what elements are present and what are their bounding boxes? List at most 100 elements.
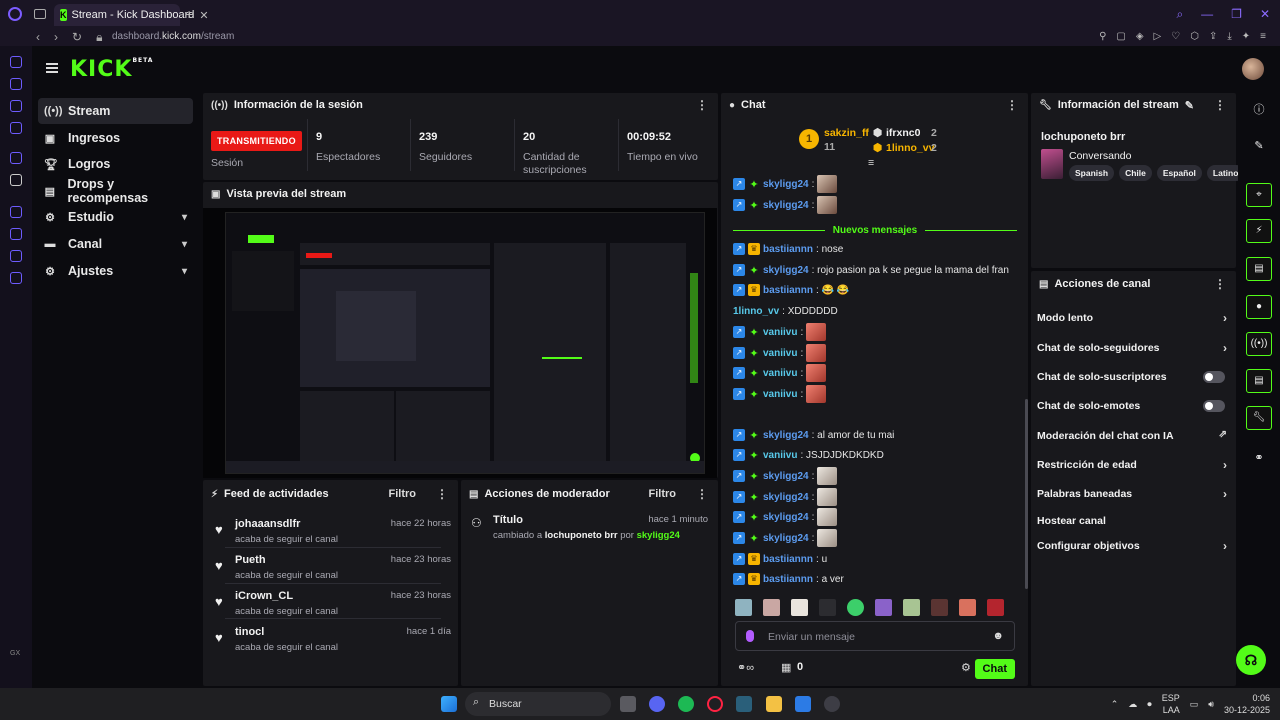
history-icon[interactable] <box>10 228 22 240</box>
share-icon[interactable]: ⇪ <box>1209 31 1217 42</box>
top-user-3[interactable]: 1linno_vv <box>886 142 934 154</box>
chat-username[interactable]: skyligg24 <box>763 179 809 190</box>
top-user-1[interactable]: sakzin_ff <box>824 127 869 139</box>
emote-icon[interactable] <box>791 599 808 616</box>
channel-action-item[interactable]: Palabras baneadas › <box>1037 485 1227 503</box>
chat-username[interactable]: skyligg24 <box>763 265 809 276</box>
channel-action-item[interactable]: Chat de solo-emotes <box>1037 397 1227 415</box>
stream-preview[interactable] <box>203 208 717 478</box>
file-explorer-icon[interactable] <box>766 696 782 712</box>
restore-icon[interactable]: ❐ <box>1231 7 1242 22</box>
channel-action-item[interactable]: Hostear canal <box>1037 512 1227 530</box>
taskbar-search[interactable]: ⌕ Buscar <box>465 692 611 716</box>
edit-icon[interactable]: ✎ <box>1246 134 1272 158</box>
opera-gx-icon[interactable] <box>8 7 22 21</box>
chat-username[interactable]: vaniivu <box>763 327 797 338</box>
url-field[interactable]: dashboard.kick.com/stream <box>112 31 234 42</box>
more-options-icon[interactable]: ⋮ <box>1214 98 1226 112</box>
emote-icon[interactable] <box>931 599 948 616</box>
chat-username[interactable]: skyligg24 <box>763 492 809 503</box>
nav-item-ajustes[interactable]: ⚙ Ajustes ▾ <box>38 258 193 284</box>
infinity-points-icon[interactable]: ⚭∞ <box>737 661 754 674</box>
nav-item-estudio[interactable]: ⚙ Estudio ▾ <box>38 204 193 230</box>
user-avatar[interactable] <box>1242 58 1264 80</box>
chat-username[interactable]: skyligg24 <box>763 533 809 544</box>
toggle-switch[interactable] <box>1203 400 1225 412</box>
activity-toggle-icon[interactable]: ⚡︎ <box>1246 219 1272 243</box>
minimize-icon[interactable]: — <box>1201 7 1213 22</box>
microphone-icon[interactable]: ⏺ <box>1147 699 1152 710</box>
hamburger-menu-icon[interactable] <box>46 63 58 73</box>
steam-icon[interactable] <box>824 696 840 712</box>
emote-icon[interactable] <box>987 599 1004 616</box>
emote-icon[interactable] <box>735 599 752 616</box>
send-chat-button[interactable]: Chat <box>974 659 1015 679</box>
settings-icon[interactable] <box>10 272 22 284</box>
chat-username[interactable]: vaniivu <box>763 450 797 461</box>
microphone-icon[interactable] <box>746 630 754 642</box>
channel-actions-toggle-icon[interactable]: ▤ <box>1246 369 1272 393</box>
top-user-2[interactable]: ifrxnc0 <box>886 127 920 139</box>
community-icon[interactable]: ⚭ <box>1246 446 1272 470</box>
heart-icon[interactable]: ♡ <box>1171 31 1180 42</box>
chat-username[interactable]: skyligg24 <box>763 430 809 441</box>
store-icon[interactable] <box>795 696 811 712</box>
session-toggle-icon[interactable]: ((•)) <box>1246 332 1272 356</box>
x-icon[interactable] <box>10 174 22 186</box>
emote-icon[interactable] <box>819 599 836 616</box>
channel-action-item[interactable]: Restricción de edad › <box>1037 456 1227 474</box>
language-indicator[interactable]: ESP LAA <box>1162 692 1180 716</box>
app-icon[interactable] <box>736 696 752 712</box>
browser-tab[interactable]: K Stream - Kick Dashboard ✕ <box>54 4 209 26</box>
discord-icon[interactable] <box>649 696 665 712</box>
chat-username[interactable]: skyligg24 <box>763 512 809 523</box>
more-options-icon[interactable]: ⋮ <box>436 487 448 501</box>
collapse-icon[interactable]: ≡ <box>868 157 874 169</box>
forward-icon[interactable]: › <box>54 30 58 45</box>
emote-icon[interactable] <box>847 599 864 616</box>
feed-filter-button[interactable]: Filtro <box>389 488 417 500</box>
info-icon[interactable]: ⓘ <box>1246 98 1272 122</box>
edit-icon[interactable]: ✎ <box>1185 99 1194 112</box>
channel-action-item[interactable]: Modo lento › <box>1037 309 1227 327</box>
chat-settings-icon[interactable]: ⚙ <box>961 661 971 674</box>
snapshot-icon[interactable]: ▢ <box>1116 31 1125 42</box>
task-view-icon[interactable] <box>620 696 636 712</box>
emote-icon[interactable] <box>903 599 920 616</box>
close-window-icon[interactable]: ✕ <box>1260 7 1270 22</box>
reload-icon[interactable]: ↻ <box>72 30 82 45</box>
windows-start-icon[interactable] <box>441 696 457 712</box>
channel-action-item[interactable]: Chat de solo-suscriptores <box>1037 368 1227 386</box>
emote-icon[interactable] <box>959 599 976 616</box>
kick-logo[interactable]: KICKBETA <box>70 57 153 82</box>
gx-corner-icon[interactable] <box>10 56 22 68</box>
emoji-icon[interactable]: ☻ <box>992 630 1004 642</box>
chat-input[interactable]: Enviar un mensaje ☻ <box>735 621 1015 651</box>
channel-action-item[interactable]: Configurar objetivos › <box>1037 537 1227 555</box>
help-button[interactable]: ☊ <box>1236 645 1266 675</box>
more-options-icon[interactable]: ⋮ <box>1006 98 1018 112</box>
player-icon[interactable] <box>10 206 22 218</box>
network-icon[interactable]: ▭ <box>1190 699 1199 710</box>
download-icon[interactable]: ⤓ <box>1227 31 1231 42</box>
opera-gx-icon[interactable] <box>707 696 723 712</box>
nav-item-canal[interactable]: ▬ Canal ▾ <box>38 231 193 257</box>
cube-icon[interactable]: ⬡ <box>1190 31 1199 42</box>
spotify-icon[interactable] <box>678 696 694 712</box>
nav-item-ingresos[interactable]: ▣ Ingresos <box>38 125 193 151</box>
search-icon[interactable]: ⌕ <box>1176 7 1183 22</box>
chat-username[interactable]: 1linno_vv <box>733 306 779 317</box>
new-tab-button[interactable]: + <box>185 6 193 22</box>
chat-username[interactable]: vaniivu <box>763 348 797 359</box>
cloud-icon[interactable]: ☁ <box>1128 699 1137 710</box>
play-icon[interactable]: ▷ <box>1154 31 1162 42</box>
twitch-icon[interactable] <box>10 152 22 164</box>
store-icon[interactable]: ▦ <box>781 661 791 674</box>
ai-icon[interactable]: ✦ <box>1242 31 1250 42</box>
chat-username[interactable]: skyligg24 <box>763 200 809 211</box>
chevron-up-icon[interactable]: ⌃ <box>1111 699 1119 710</box>
extensions-icon[interactable] <box>10 250 22 262</box>
nav-item-logros[interactable]: 🏆︎ Logros <box>38 151 193 177</box>
chat-username[interactable]: bastiiannn <box>763 244 813 255</box>
mod-actions-toggle-icon[interactable]: ▤ <box>1246 257 1272 281</box>
